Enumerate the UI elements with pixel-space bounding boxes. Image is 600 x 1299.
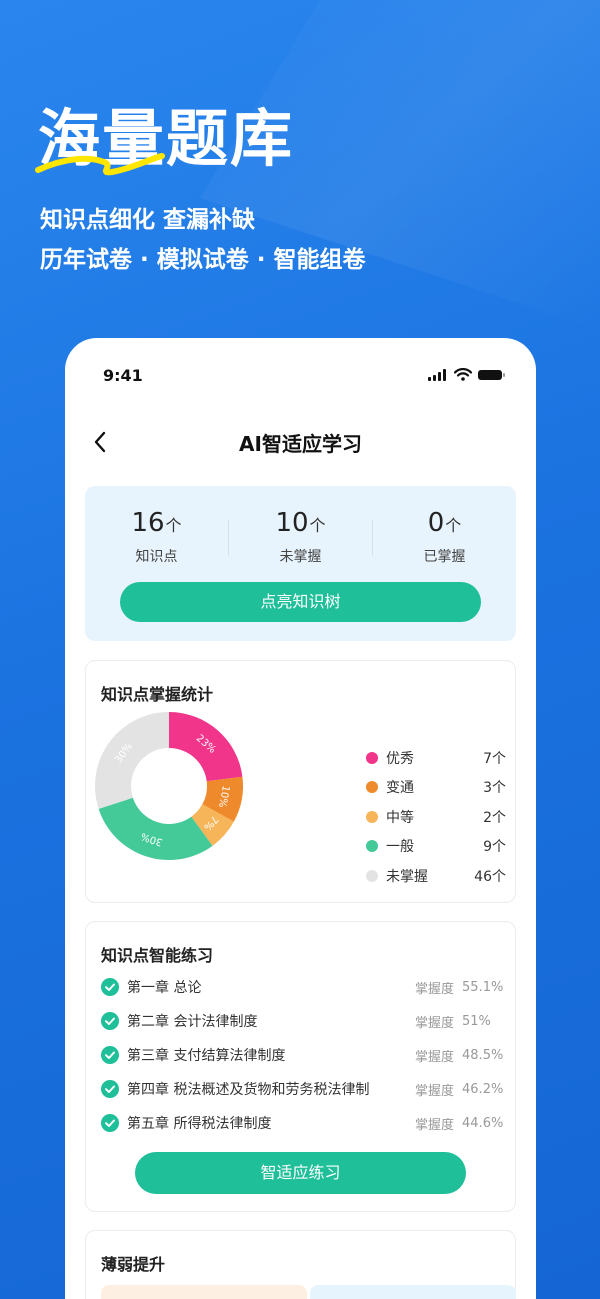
chapter-row[interactable]: 第二章 会计法律制度 掌握度 51% [101, 1009, 506, 1033]
status-time: 9:41 [103, 366, 143, 385]
mastery-label: 掌握度 [415, 981, 455, 997]
legend-label: 中等 [386, 809, 414, 826]
chart-legend: 优秀 7个 变通 3个 中等 2个 一般 9个 未掌握 46个 [366, 743, 506, 891]
legend-label: 一般 [386, 839, 414, 856]
mastery-label: 掌握度 [415, 1015, 455, 1031]
mastery-value: 48.5% [462, 1047, 504, 1063]
stat-label: 未掌握 [279, 549, 322, 565]
chapter-row[interactable]: 第三章 支付结算法律制度 掌握度 48.5% [101, 1043, 506, 1067]
mastery-stats-card: 知识点掌握统计 23% 10% 7% 30% 30% 优秀 7个 变通 3个 中等 2个… [85, 660, 516, 903]
chapter-title: 第五章 所得税法律制度 [127, 1116, 272, 1132]
mastery-label: 掌握度 [415, 1049, 455, 1065]
light-knowledge-tree-button[interactable]: 点亮知识树 [120, 582, 481, 622]
mastery-value: 55.1% [462, 979, 504, 995]
chapter-title: 第二章 会计法律制度 [127, 1014, 258, 1030]
yellow-underline-decoration [35, 153, 165, 176]
chapter-title: 第一章 总论 [127, 980, 202, 996]
legend-dot [366, 781, 378, 794]
stat-unit: 个 [445, 516, 462, 535]
phone-screen: 9:41 AI智适应学习 16个 知识点 10个 未掌握 0个 已掌握 点亮知识… [65, 338, 536, 1299]
chapter-title: 第三章 支付结算法律制度 [127, 1048, 286, 1064]
legend-item: 未掌握 46个 [366, 861, 506, 891]
mastery-value: 51% [462, 1013, 491, 1029]
legend-item: 中等 2个 [366, 802, 506, 832]
nav-bar: AI智适应学习 [65, 424, 536, 460]
stat-knowledge-points: 16个 知识点 [85, 508, 228, 566]
chapter-row[interactable]: 第四章 税法概述及货物和劳务税法律制 掌握度 46.2% [101, 1077, 506, 1101]
wifi-icon [454, 368, 472, 381]
stat-unit: 个 [165, 516, 182, 535]
battery-icon [478, 369, 505, 380]
stat-unmastered: 10个 未掌握 [229, 508, 372, 566]
legend-item: 一般 9个 [366, 832, 506, 862]
mastery-label: 掌握度 [415, 1117, 455, 1133]
legend-value: 46个 [474, 868, 506, 885]
stats-card: 16个 知识点 10个 未掌握 0个 已掌握 点亮知识树 [85, 486, 516, 641]
donut-slice-4 [94, 712, 169, 809]
stat-value: 16 [131, 508, 165, 538]
chapter-row[interactable]: 第五章 所得税法律制度 掌握度 44.6% [101, 1111, 506, 1135]
stat-unit: 个 [309, 516, 326, 535]
mastery-donut-chart: 23%10%7%30%30% [94, 712, 243, 860]
stat-mastered: 0个 已掌握 [373, 508, 516, 566]
chapter-row[interactable]: 第一章 总论 掌握度 55.1% [101, 975, 506, 999]
legend-label: 优秀 [386, 750, 414, 767]
legend-item: 变通 3个 [366, 773, 506, 803]
stat-value: 10 [275, 508, 309, 538]
smart-practice-card: 知识点智能练习 第一章 总论 掌握度 55.1% 第二章 会计法律制度 掌握度 … [85, 921, 516, 1212]
check-icon [101, 1080, 119, 1098]
legend-label: 变通 [386, 780, 414, 797]
adaptive-practice-button[interactable]: 智适应练习 [135, 1152, 466, 1194]
chapter-title: 第四章 税法概述及货物和劳务税法律制 [127, 1082, 370, 1098]
stat-label: 知识点 [135, 549, 178, 565]
card-title: 薄弱提升 [101, 1255, 166, 1274]
check-icon [101, 1012, 119, 1030]
weak-item-box[interactable] [310, 1285, 516, 1299]
legend-value: 7个 [483, 750, 506, 767]
legend-dot [366, 869, 378, 882]
legend-value: 3个 [483, 780, 506, 797]
legend-value: 9个 [483, 839, 506, 856]
stat-value: 0 [427, 508, 445, 538]
page-title: AI智适应学习 [239, 432, 362, 456]
stat-label: 已掌握 [423, 549, 466, 565]
legend-dot [366, 810, 378, 823]
donut-slice-3 [98, 797, 213, 860]
mastery-value: 44.6% [462, 1115, 504, 1131]
check-icon [101, 1114, 119, 1132]
legend-item: 优秀 7个 [366, 743, 506, 773]
card-title: 知识点掌握统计 [101, 685, 214, 704]
hero-subtitle-1: 知识点细化 查漏补缺 [40, 207, 256, 233]
legend-label: 未掌握 [386, 868, 428, 885]
legend-dot [366, 751, 378, 764]
card-title: 知识点智能练习 [101, 946, 214, 965]
signal-icon [428, 368, 446, 381]
check-icon [101, 1046, 119, 1064]
weak-improvement-card: 薄弱提升 [85, 1230, 516, 1299]
check-icon [101, 978, 119, 996]
status-bar: 9:41 [65, 364, 536, 388]
legend-dot [366, 840, 378, 853]
weak-item-box[interactable] [101, 1285, 307, 1299]
mastery-label: 掌握度 [415, 1083, 455, 1099]
mastery-value: 46.2% [462, 1081, 504, 1097]
legend-value: 2个 [483, 809, 506, 826]
hero-subtitle-2: 历年试卷 · 模拟试卷 · 智能组卷 [40, 247, 366, 273]
